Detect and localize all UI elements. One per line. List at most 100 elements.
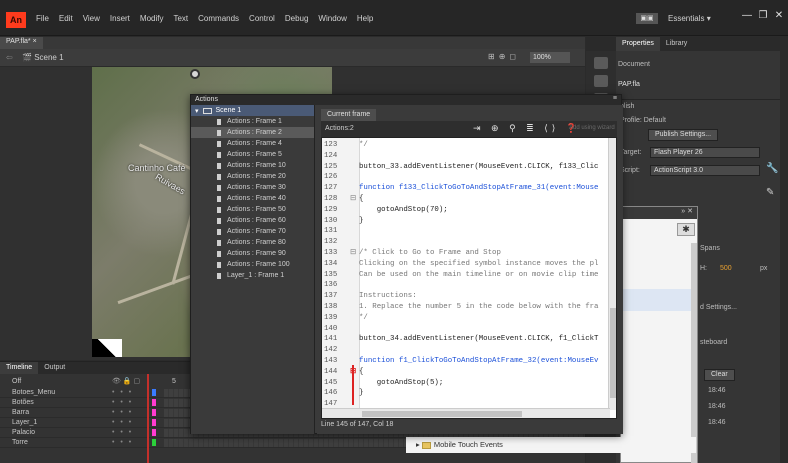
file-name: PAP.fla (618, 81, 640, 88)
tree-frame-item[interactable]: Actions : Frame 60 (191, 215, 314, 226)
actions-titlebar[interactable]: Actions ≡ (191, 95, 621, 105)
menu-text[interactable]: Text (173, 14, 188, 23)
layer-color-swatch[interactable] (152, 389, 156, 396)
tree-frame-item[interactable]: Actions : Frame 4 (191, 138, 314, 149)
tree-frame-item[interactable]: Actions : Frame 5 (191, 149, 314, 160)
scroll-thumb[interactable] (362, 411, 522, 417)
layer-color-swatch[interactable] (152, 419, 156, 426)
layer-name[interactable]: Botoes_Menu (12, 389, 112, 396)
code-line: 126 (322, 172, 616, 183)
tree-frame-item[interactable]: Actions : Frame 20 (191, 171, 314, 182)
playhead[interactable] (147, 374, 149, 463)
layer-toggle-icons[interactable]: 👁 🔒 ▢ (112, 377, 152, 385)
map-pin-icon (190, 69, 200, 79)
layer-toggles[interactable]: • • • (112, 439, 152, 446)
menu-edit[interactable]: Edit (59, 14, 73, 23)
zoom-select[interactable]: 100% (530, 52, 570, 63)
line-number: 131 (324, 227, 338, 236)
layer-name[interactable]: Layer_1 (12, 419, 112, 426)
tree-frame-item[interactable]: Actions : Frame 100 (191, 259, 314, 270)
layout-icon[interactable]: ▣▣ (636, 13, 658, 24)
fold-marker-icon[interactable]: ⊟ (350, 367, 359, 378)
height-value[interactable]: 500 (720, 265, 732, 272)
tree-item-label: Actions : Frame 2 (227, 129, 282, 136)
fold-marker-icon[interactable]: ⊟ (350, 194, 359, 205)
code-text: } (359, 389, 364, 398)
expand-icon[interactable]: ▾ (195, 107, 199, 115)
layer-color-swatch[interactable] (152, 409, 156, 416)
clear-button[interactable]: Clear (704, 369, 735, 381)
tab-current-frame[interactable]: Current frame (321, 109, 377, 121)
line-number: 142 (324, 346, 338, 355)
wizard-button[interactable]: Add using wizard (569, 125, 615, 131)
gear-icon[interactable]: ✱ (677, 223, 695, 236)
menu-window[interactable]: Window (318, 14, 346, 23)
snippets-titlebar[interactable]: » ✕ (621, 207, 697, 219)
layer-name[interactable]: Palacio (12, 429, 112, 436)
menu-insert[interactable]: Insert (110, 14, 130, 23)
pencil-icon[interactable]: ✎ (766, 187, 774, 198)
code-tools-icon[interactable]: ⇥ ⊕ ⚲ ≣ ⟨⟩ ❓ (473, 123, 581, 134)
tree-frame-item[interactable]: Actions : Frame 2 (191, 127, 314, 138)
tree-frame-item[interactable]: Actions : Frame 50 (191, 204, 314, 215)
tree-frame-item[interactable]: Actions : Frame 30 (191, 182, 314, 193)
tree-scene[interactable]: ▾ Scene 1 (191, 105, 314, 116)
close-icon[interactable]: ✕ (772, 10, 786, 21)
publish-settings-button[interactable]: Publish Settings... (648, 129, 719, 141)
frame-action-icon (217, 228, 221, 235)
code-line: 145 gotoAndStop(5); (322, 378, 616, 389)
tree-frame-item[interactable]: Actions : Frame 40 (191, 193, 314, 204)
tree-item-label: Actions : Frame 50 (227, 206, 286, 213)
tree-frame-item[interactable]: Actions : Frame 10 (191, 160, 314, 171)
scene-breadcrumb[interactable]: 🎬 Scene 1 (22, 53, 64, 62)
snippets-scrollbar[interactable] (691, 243, 697, 463)
layer-toggles[interactable]: • • • (112, 389, 152, 396)
tab-output[interactable]: Output (38, 362, 71, 374)
stage-tools-icon[interactable]: ⊞⊕◻ (488, 52, 520, 61)
layer-toggles[interactable]: • • • (112, 399, 152, 406)
tree-frame-item[interactable]: Actions : Frame 80 (191, 237, 314, 248)
back-arrow-icon[interactable]: ⇦ (6, 53, 13, 62)
workspace-switcher[interactable]: Essentials ▾ (668, 14, 711, 23)
tree-frame-item[interactable]: Layer_1 : Frame 1 (191, 270, 314, 281)
layer-name[interactable]: Barra (12, 409, 112, 416)
tab-properties[interactable]: Properties (616, 37, 660, 51)
minimize-icon[interactable]: — (740, 10, 754, 21)
h-label: H: (700, 265, 707, 272)
tree-frame-item[interactable]: Actions : Frame 1 (191, 116, 314, 127)
snippet-folder-mobile-touch[interactable]: ▸ Mobile Touch Events (406, 437, 696, 453)
menu-control[interactable]: Control (249, 14, 275, 23)
history-time: 18:46 (708, 387, 726, 394)
layer-color-swatch[interactable] (152, 429, 156, 436)
tree-frame-item[interactable]: Actions : Frame 70 (191, 226, 314, 237)
maximize-icon[interactable]: ❐ (756, 10, 770, 21)
tool-icon[interactable] (594, 75, 608, 87)
selected-snippet-row[interactable] (621, 289, 697, 311)
layer-color-swatch[interactable] (152, 399, 156, 406)
layer-color-swatch[interactable] (152, 439, 156, 446)
fold-marker-icon[interactable]: ⊟ (350, 248, 359, 259)
menu-commands[interactable]: Commands (198, 14, 239, 23)
script-select[interactable]: ActionScript 3.0 (650, 165, 760, 176)
tool-icon[interactable] (594, 57, 608, 69)
tab-library[interactable]: Library (660, 37, 693, 51)
menu-modify[interactable]: Modify (140, 14, 164, 23)
tab-timeline[interactable]: Timeline (0, 362, 39, 374)
settings-label[interactable]: d Settings... (700, 304, 737, 311)
actions-menu-icon[interactable]: ≡ (613, 95, 617, 102)
target-select[interactable]: Flash Player 26 (650, 147, 760, 158)
doc-tab-pap[interactable]: PAP.fla* × (0, 37, 43, 49)
tree-frame-item[interactable]: Actions : Frame 90 (191, 248, 314, 259)
menu-file[interactable]: File (36, 14, 49, 23)
layer-name[interactable]: Torre (12, 439, 112, 446)
menu-debug[interactable]: Debug (285, 14, 309, 23)
menu-view[interactable]: View (83, 14, 100, 23)
menu-help[interactable]: Help (357, 14, 373, 23)
code-line: 140 (322, 324, 616, 335)
layer-toggles[interactable]: • • • (112, 429, 152, 436)
code-editor[interactable]: 123 */ 124 125 button_33.addEventListener(Mo… (321, 137, 617, 419)
layer-toggles[interactable]: • • • (112, 409, 152, 416)
wrench-icon[interactable]: 🔧 (766, 163, 778, 174)
layer-name[interactable]: Botões (12, 399, 112, 406)
layer-toggles[interactable]: • • • (112, 419, 152, 426)
